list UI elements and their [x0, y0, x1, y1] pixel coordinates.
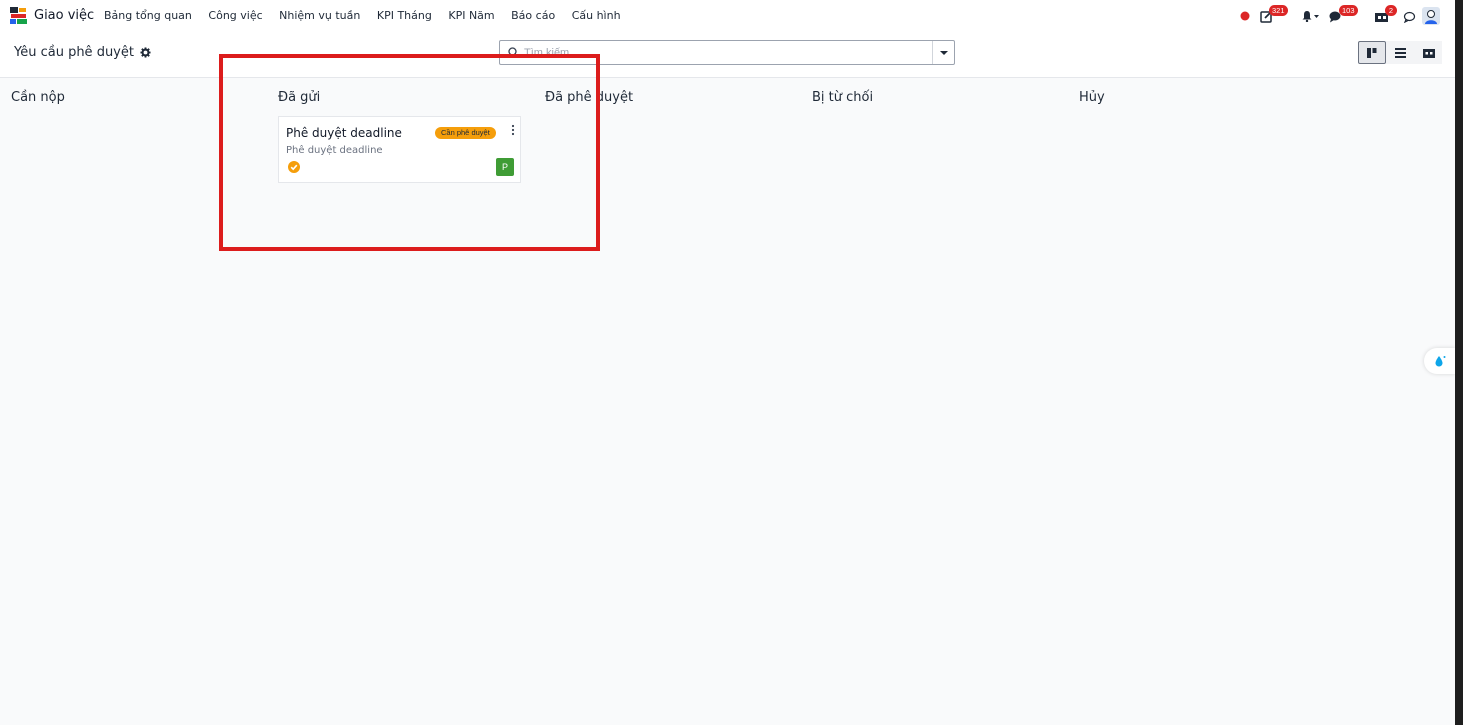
- menu-item-kpi-year[interactable]: KPI Năm: [448, 9, 494, 22]
- card-title: Phê duyệt deadline: [286, 126, 402, 140]
- check-circle-icon[interactable]: [288, 161, 300, 173]
- menu-item-reports[interactable]: Báo cáo: [511, 9, 555, 22]
- menu-item-configuration[interactable]: Cấu hình: [572, 9, 621, 22]
- menu-item-dashboard[interactable]: Bảng tổng quan: [104, 9, 192, 22]
- gear-icon[interactable]: [140, 47, 151, 58]
- list-view-button[interactable]: [1386, 41, 1414, 64]
- chevron-down-icon: [1314, 15, 1319, 18]
- kebab-menu-icon[interactable]: [510, 124, 516, 136]
- menu-item-kpi-month[interactable]: KPI Tháng: [377, 9, 432, 22]
- list-view-icon: [1395, 48, 1406, 58]
- search-input[interactable]: [524, 43, 924, 62]
- kanban-view-button[interactable]: [1358, 41, 1386, 64]
- bell-icon: [1302, 11, 1312, 22]
- window-edge: [1455, 0, 1463, 725]
- approval-menu[interactable]: 2: [1374, 5, 1402, 26]
- menu-item-tasks[interactable]: Công việc: [208, 9, 262, 22]
- status-dot-icon[interactable]: [1240, 11, 1250, 21]
- column-title[interactable]: Hủy: [1079, 90, 1105, 105]
- kanban-card[interactable]: Phê duyệt deadline Cần phê duyệt Phê duy…: [278, 116, 521, 183]
- column-title[interactable]: Đã gửi: [278, 90, 320, 105]
- user-avatar-icon[interactable]: [1422, 7, 1440, 25]
- column-title[interactable]: Đã phê duyệt: [545, 90, 633, 105]
- card-subtitle: Phê duyệt deadline: [286, 145, 383, 156]
- activity-badge: 321: [1269, 5, 1288, 16]
- approvals-badge: 2: [1385, 5, 1397, 16]
- messaging-menu[interactable]: 103: [1329, 5, 1359, 26]
- systray: 321 103 2: [1231, 5, 1441, 26]
- notification-menu[interactable]: [1301, 6, 1321, 26]
- page-title: Yêu cầu phê duyệt: [14, 45, 134, 60]
- avatar[interactable]: P: [496, 158, 514, 176]
- kanban-view-icon: [1367, 48, 1377, 58]
- main-menu: Bảng tổng quan Công việc Nhiệm vụ tuần K…: [104, 9, 637, 22]
- search-bar: [499, 40, 955, 65]
- activity-menu[interactable]: 321: [1260, 5, 1290, 26]
- app-logo-icon[interactable]: [9, 6, 28, 25]
- app-name[interactable]: Giao việc: [34, 8, 94, 23]
- view-switcher: [1358, 41, 1442, 64]
- messages-badge: 103: [1339, 5, 1358, 16]
- activity-view-button[interactable]: [1414, 41, 1442, 64]
- search-options-toggle[interactable]: [932, 41, 954, 64]
- assistant-widget[interactable]: [1424, 348, 1455, 374]
- activity-view-icon: [1423, 49, 1435, 58]
- column-title[interactable]: Cần nộp: [11, 90, 65, 105]
- menu-item-weekly-tasks[interactable]: Nhiệm vụ tuần: [279, 9, 360, 22]
- top-navbar: Giao việc Bảng tổng quan Công việc Nhiệm…: [0, 0, 1455, 32]
- discuss-icon[interactable]: [1403, 11, 1416, 23]
- column-title[interactable]: Bị từ chối: [812, 90, 873, 105]
- kanban-board: Cần nộp Đã gửi Đã phê duyệt Bị từ chối H…: [0, 78, 1455, 725]
- app-window: Giao việc Bảng tổng quan Công việc Nhiệm…: [0, 0, 1455, 725]
- breadcrumb: Yêu cầu phê duyệt: [14, 45, 151, 60]
- control-panel: Yêu cầu phê duyệt: [0, 32, 1455, 78]
- assistant-widget-icon: [1435, 356, 1446, 367]
- status-badge: Cần phê duyệt: [435, 127, 496, 139]
- search-icon: [508, 47, 519, 58]
